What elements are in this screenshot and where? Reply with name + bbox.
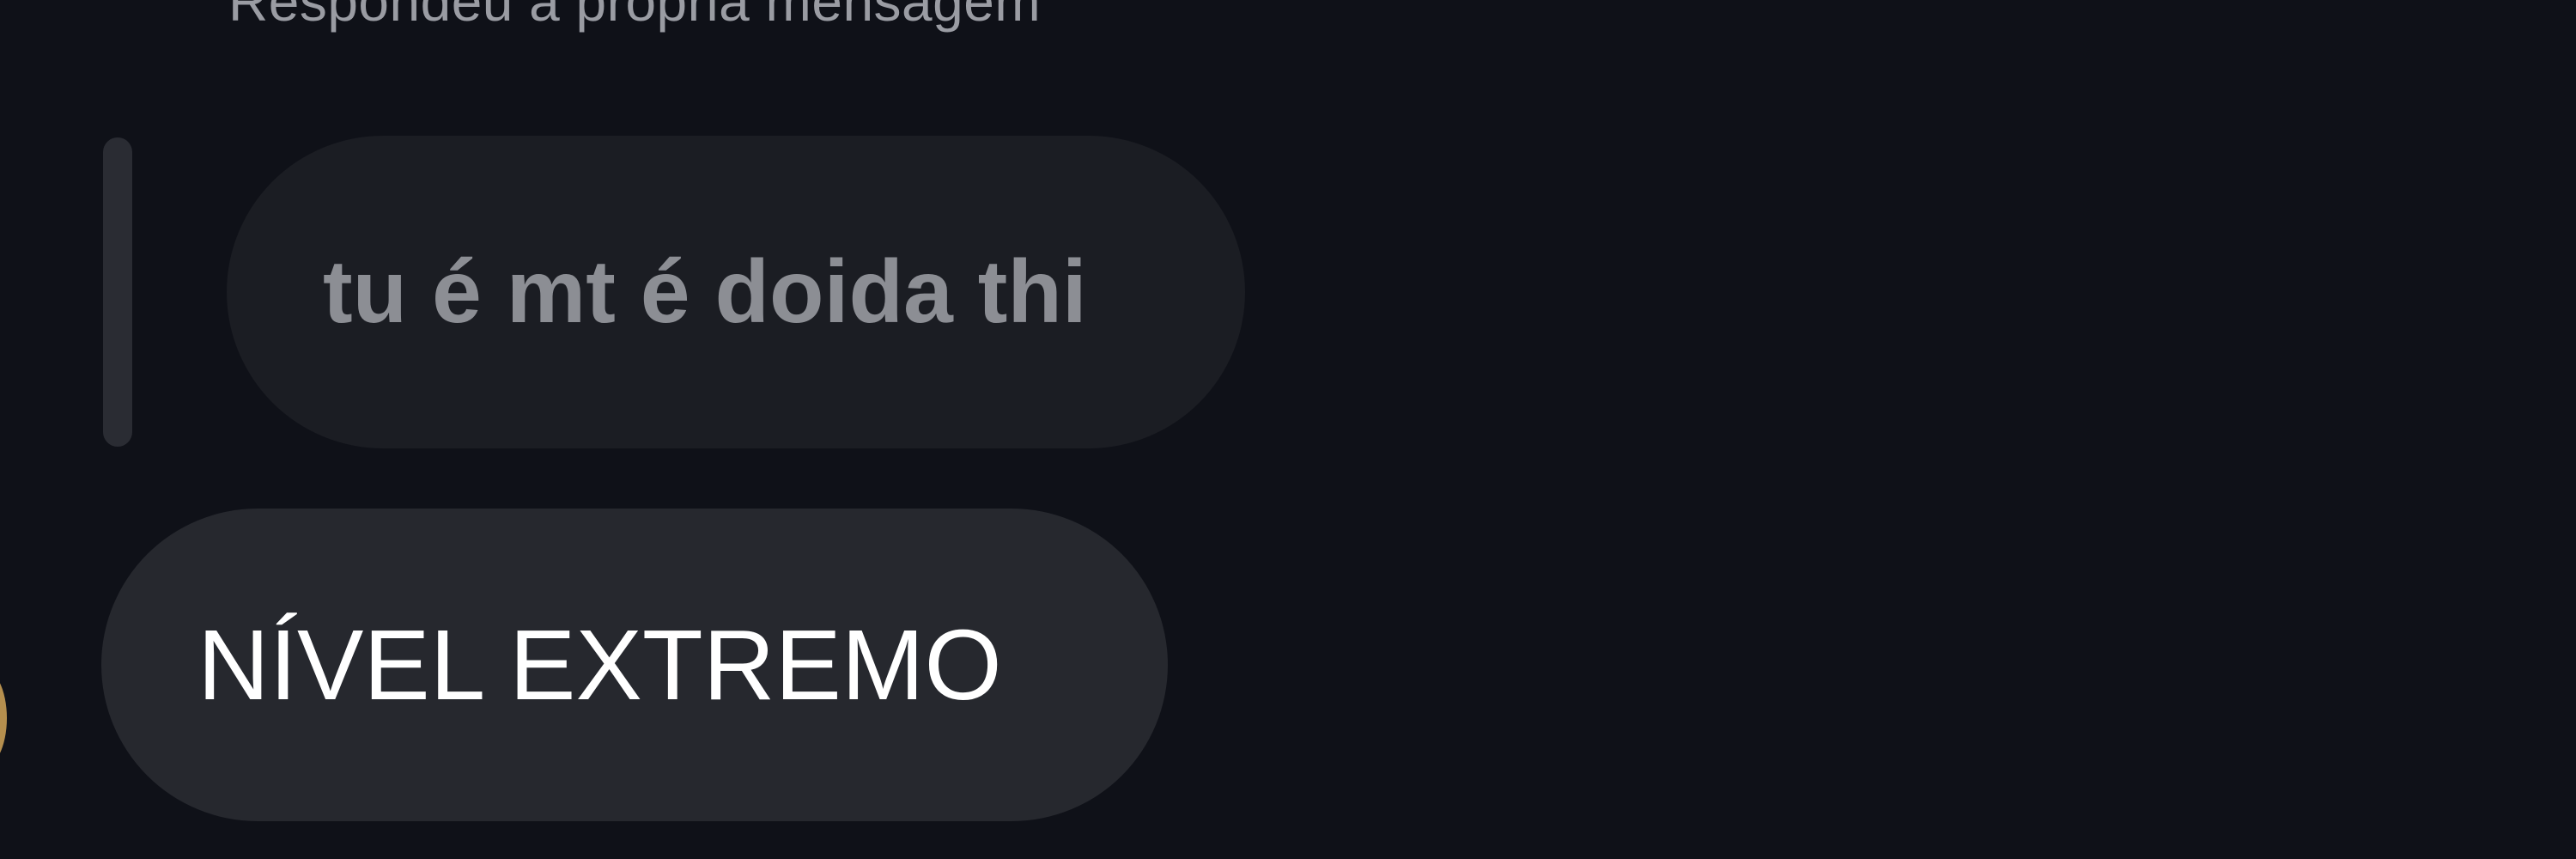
reply-indicator-bar — [103, 137, 132, 447]
quoted-message-text: tu é mt é doida thi — [323, 241, 1087, 342]
reply-header: Respondeu à própria mensagem — [228, 0, 1042, 33]
quoted-message-bubble[interactable]: tu é mt é doida thi — [227, 136, 1245, 448]
avatar[interactable] — [0, 667, 7, 770]
message-bubble[interactable]: NÍVEL EXTREMO — [101, 509, 1168, 821]
message-text: NÍVEL EXTREMO — [197, 609, 1002, 721]
